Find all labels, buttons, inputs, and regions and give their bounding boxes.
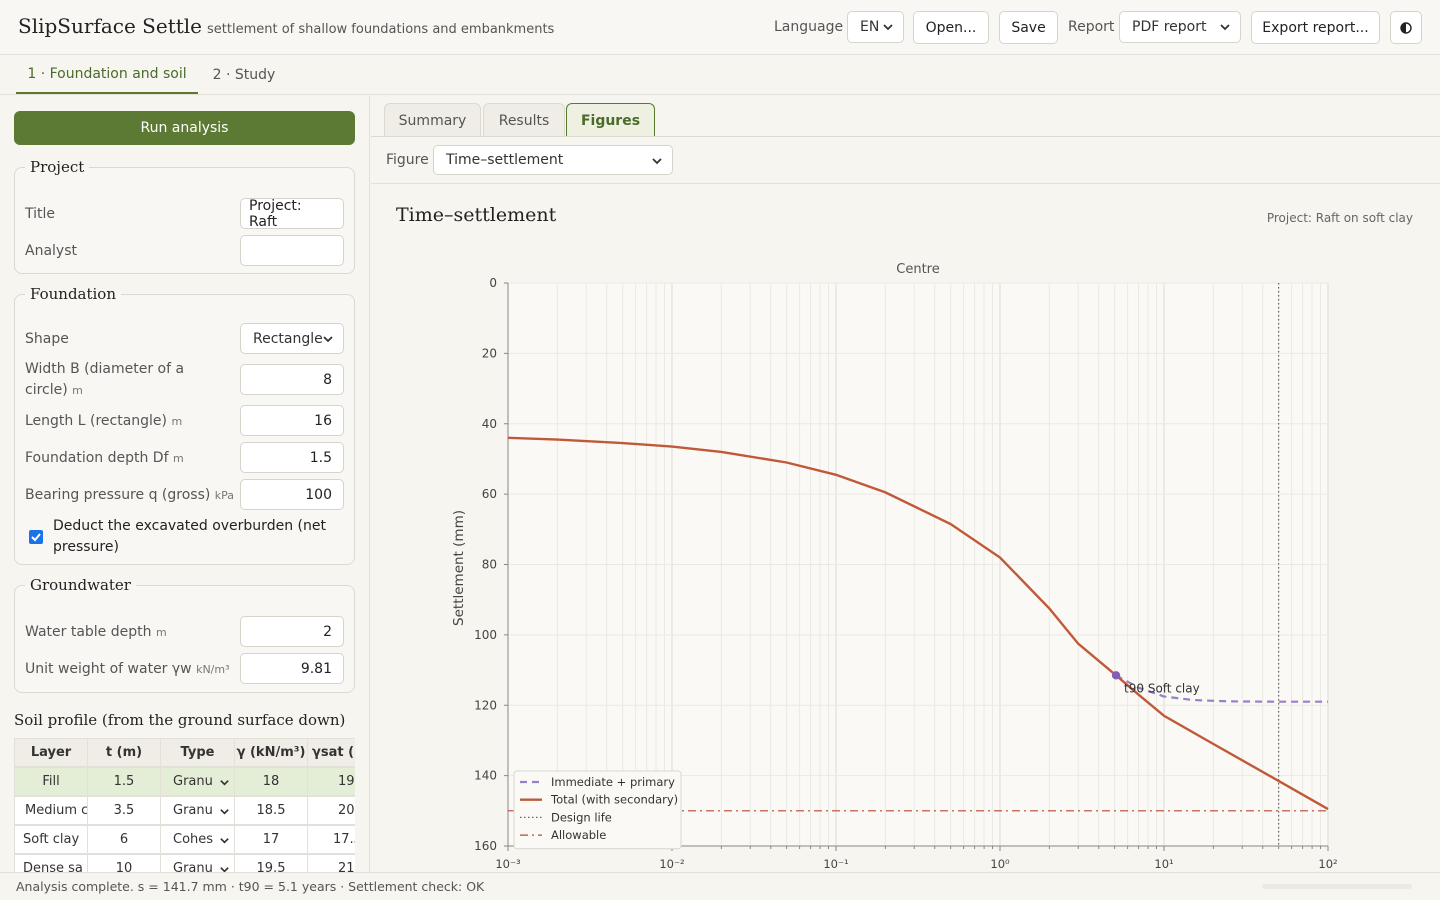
progress-bar bbox=[1262, 884, 1412, 889]
legend-label: Allowable bbox=[551, 828, 606, 842]
legend-label: Total (with secondary) bbox=[550, 793, 678, 807]
y-axis-label: Settlement (mm) bbox=[451, 510, 467, 626]
chart-grid bbox=[507, 282, 1329, 847]
y-tick-label: 80 bbox=[482, 558, 497, 572]
x-tick-label: 10⁻³ bbox=[495, 857, 521, 871]
y-tick-label: 100 bbox=[474, 628, 497, 642]
x-tick-label: 10⁻² bbox=[659, 857, 684, 871]
y-tick-label: 120 bbox=[474, 698, 497, 712]
y-tick-label: 40 bbox=[482, 417, 497, 431]
time-settlement-chart: Centre Settlement (mm) 0 20 40 60 80 100 120 14… bbox=[451, 262, 1338, 871]
t90-annotation: t90 Soft clay bbox=[1124, 681, 1200, 695]
legend-label: Immediate + primary bbox=[551, 775, 675, 789]
y-tick-label: 140 bbox=[474, 769, 497, 783]
chart-legend: Immediate + primary Total (with secondary… bbox=[513, 770, 682, 850]
status-bar: Analysis complete. s = 141.7 mm · t90 = … bbox=[0, 872, 1440, 900]
y-tick-label: 60 bbox=[482, 487, 497, 501]
x-tick-label: 10⁻¹ bbox=[823, 857, 848, 871]
status-text: Analysis complete. s = 141.7 mm · t90 = … bbox=[16, 879, 485, 894]
x-tick-label: 10² bbox=[1318, 857, 1337, 871]
chart-panel-title: Centre bbox=[896, 262, 939, 277]
t90-marker bbox=[1111, 671, 1121, 680]
x-tick-label: 10¹ bbox=[1154, 857, 1173, 871]
x-tick-label: 10⁰ bbox=[990, 857, 1010, 871]
y-tick-label: 20 bbox=[482, 346, 497, 360]
legend-label: Design life bbox=[551, 810, 612, 824]
y-tick-label: 0 bbox=[489, 276, 497, 290]
y-tick-label: 160 bbox=[474, 839, 497, 853]
